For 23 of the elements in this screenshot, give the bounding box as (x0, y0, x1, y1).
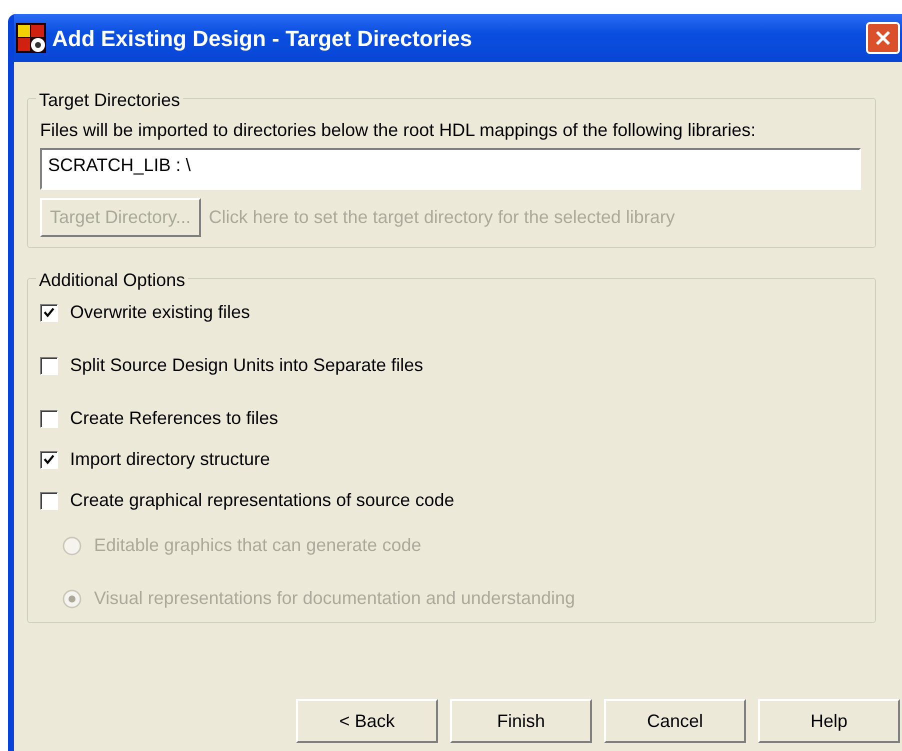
library-item[interactable]: SCRATCH_LIB : \ (48, 152, 191, 179)
option-label: Create References to files (70, 407, 278, 430)
checkbox[interactable] (40, 356, 58, 374)
option-label: Split Source Design Units into Separate files (70, 354, 424, 377)
option-label: Visual representations for documentation and understanding (94, 587, 575, 610)
option-label: Overwrite existing files (70, 301, 250, 324)
dialog-button[interactable]: Help (758, 699, 900, 743)
checkbox[interactable] (40, 492, 58, 510)
checkbox[interactable] (40, 450, 58, 468)
checkbox[interactable] (40, 304, 58, 322)
option-label: Create graphical representations of source code (70, 489, 454, 512)
dialog-button[interactable]: Cancel (604, 699, 746, 743)
checkbox[interactable] (40, 410, 58, 428)
close-button[interactable] (866, 22, 900, 54)
option-label: Editable graphics that can generate code (94, 534, 422, 557)
dialog-button[interactable]: Finish (450, 699, 592, 743)
close-icon (874, 29, 892, 47)
option-label: Import directory structure (70, 448, 270, 471)
hint-text: Click here to set the target directory for the selected library (208, 206, 675, 229)
hdl-logo-icon (16, 23, 46, 53)
window-title: Add Existing Design - Target Directories (52, 24, 474, 53)
dialog-button[interactable]: < Back (296, 699, 438, 743)
description-text: Files will be imported to directories below the root HDL mappings of the following libraries: (40, 119, 757, 142)
